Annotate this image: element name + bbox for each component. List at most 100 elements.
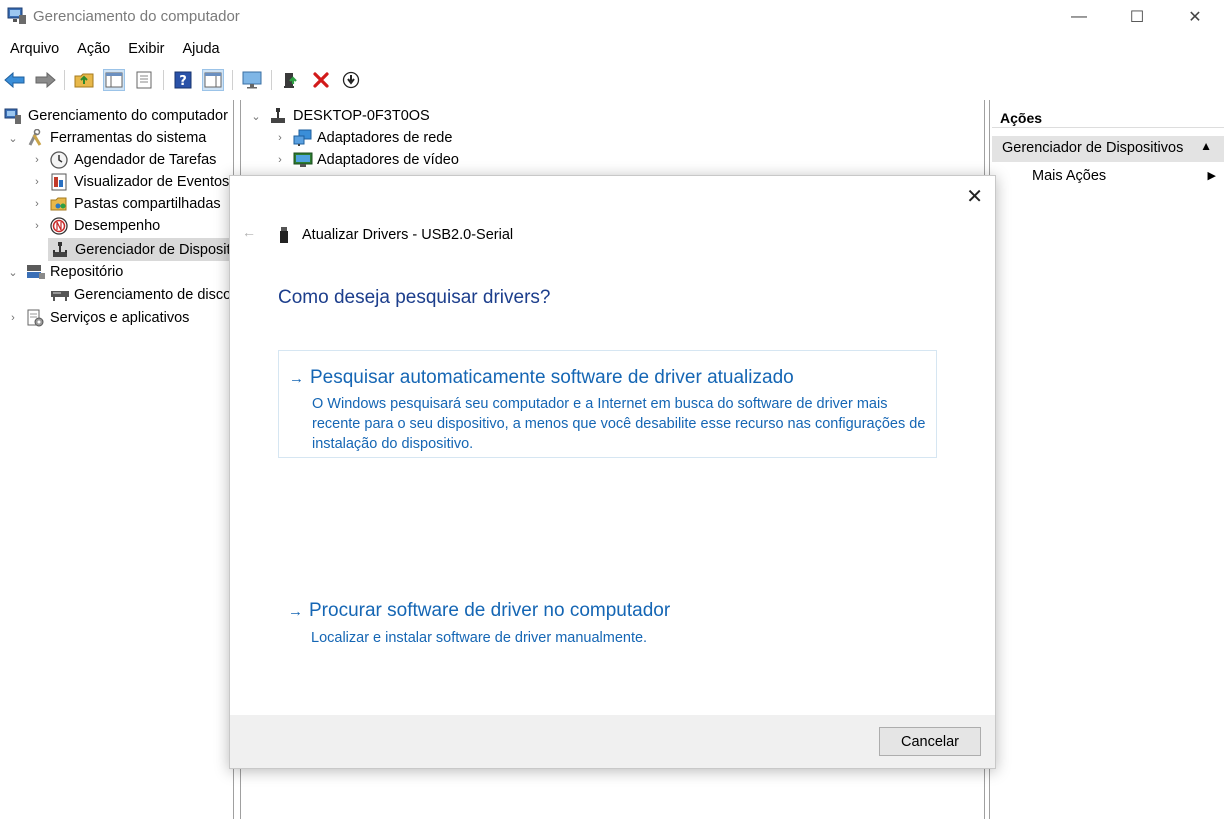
clock-icon <box>50 151 68 169</box>
performance-icon <box>50 217 68 235</box>
chevron-right-icon[interactable]: › <box>273 154 287 166</box>
minimize-button[interactable]: — <box>1056 0 1102 34</box>
toolbar-separator <box>232 70 233 90</box>
arrow-right-icon: → <box>288 603 303 620</box>
computer-icon <box>269 107 287 125</box>
option-description: O Windows pesquisará seu computador e a … <box>312 396 926 452</box>
chevron-right-icon[interactable]: › <box>273 132 287 144</box>
tree-item-label: Gerenciamento de disco <box>74 287 232 303</box>
forward-arrow-icon[interactable] <box>34 69 56 91</box>
storage-icon <box>26 263 45 281</box>
tree-item-label: Repositório <box>50 264 124 280</box>
toolbar: ? <box>0 66 1226 94</box>
menu-bar: Arquivo Ação Exibir Ajuda <box>0 38 229 62</box>
arrow-right-icon: → <box>289 370 304 387</box>
device-category-label: Adaptadores de vídeo <box>317 152 459 168</box>
event-viewer-icon <box>50 173 68 191</box>
title-bar: Gerenciamento do computador — ☐ ✕ <box>0 0 1226 34</box>
back-arrow-button[interactable]: ← <box>242 224 256 240</box>
toolbar-separator <box>163 70 164 90</box>
search-automatically-option[interactable]: → Pesquisar automaticamente software de d… <box>278 350 937 458</box>
cancel-button[interactable]: Cancelar <box>879 727 981 756</box>
collapse-up-icon[interactable]: ▲ <box>1200 139 1212 153</box>
tree-item-ferramentas[interactable]: ⌄ Ferramentas do sistema <box>6 127 206 149</box>
back-arrow-icon[interactable] <box>4 69 26 91</box>
up-folder-icon[interactable] <box>73 69 95 91</box>
disk-management-icon <box>50 286 69 304</box>
option-description: Localizar e instalar software de driver … <box>311 630 648 646</box>
computer-name: DESKTOP-0F3T0OS <box>293 108 430 124</box>
tree-item-label: Visualizador de Eventos <box>74 174 230 190</box>
console-tree: Gerenciamento do computador ⌄ Ferramenta… <box>0 100 234 819</box>
chevron-right-icon[interactable]: › <box>30 220 44 232</box>
computer-management-icon <box>4 107 22 125</box>
device-category-label: Adaptadores de rede <box>317 130 453 146</box>
monitor-icon[interactable] <box>241 69 263 91</box>
update-drivers-dialog: ✕ ← Atualizar Drivers - USB2.0-Serial Co… <box>229 175 996 769</box>
browse-computer-option[interactable]: → Procurar software de driver no computad… <box>278 590 937 650</box>
tree-item-label: Serviços e aplicativos <box>50 310 190 326</box>
window-title: Gerenciamento do computador <box>33 8 240 25</box>
actions-section[interactable]: Gerenciador de Dispositivos ▲ <box>992 136 1224 162</box>
display-adapter-icon <box>293 151 313 169</box>
more-actions-label: Mais Ações <box>1032 168 1107 184</box>
usb-device-icon <box>280 227 288 243</box>
chevron-right-icon[interactable]: › <box>30 176 44 188</box>
chevron-down-icon[interactable]: ⌄ <box>6 132 20 145</box>
tree-item-label: Desempenho <box>74 218 161 234</box>
chevron-down-icon[interactable]: ⌄ <box>249 110 263 123</box>
actions-section-label: Gerenciador de Dispositivos <box>1002 140 1184 156</box>
toolbar-separator <box>64 70 65 90</box>
chevron-right-icon[interactable]: › <box>30 198 44 210</box>
tree-item-visualizador[interactable]: › Visualizador de Eventos <box>30 171 229 193</box>
show-hide-tree-icon[interactable] <box>103 69 125 91</box>
tree-item-pastas[interactable]: › Pastas compartilhadas <box>30 193 221 215</box>
svg-text:?: ? <box>179 74 187 89</box>
more-actions-item[interactable]: Mais Ações <box>1032 168 1106 184</box>
device-category-rede[interactable]: › Adaptadores de rede <box>273 127 452 149</box>
actions-header: Ações <box>992 106 1224 128</box>
tree-item-gerenciador-dispositivos[interactable]: Gerenciador de Dispositivos <box>48 238 233 261</box>
actions-pane: Ações Gerenciador de Dispositivos ▲ Mais… <box>989 100 1226 819</box>
uninstall-icon[interactable] <box>310 69 332 91</box>
chevron-right-icon[interactable]: › <box>30 154 44 166</box>
tree-item-label: Gerenciador de Dispositivos <box>75 241 233 258</box>
tree-item-repositorio[interactable]: ⌄ Repositório <box>6 261 123 283</box>
dialog-footer: Cancelar <box>230 715 995 768</box>
tree-root-label: Gerenciamento do computador <box>28 108 228 124</box>
dialog-title: Atualizar Drivers - USB2.0-Serial <box>302 227 514 243</box>
option-title: → Procurar software de driver no computad… <box>288 600 671 621</box>
tree-item-label: Pastas compartilhadas <box>74 196 221 212</box>
device-tree-root[interactable]: ⌄ DESKTOP-0F3T0OS <box>249 105 430 127</box>
tree-item-servicos[interactable]: › Serviços e aplicativos <box>6 307 189 329</box>
disable-device-icon[interactable] <box>340 69 362 91</box>
chevron-right-icon[interactable]: › <box>6 312 20 324</box>
device-category-video[interactable]: › Adaptadores de vídeo <box>273 149 459 171</box>
menu-exibir[interactable]: Exibir <box>119 38 173 62</box>
dialog-question: Como deseja pesquisar drivers? <box>278 287 551 308</box>
menu-arquivo[interactable]: Arquivo <box>0 38 68 62</box>
option-title: → Pesquisar automaticamente software de d… <box>289 367 794 388</box>
tree-item-desempenho[interactable]: › Desempenho <box>30 215 160 237</box>
device-manager-icon <box>51 241 69 259</box>
tree-item-gerenciamento-disco[interactable]: Gerenciamento de disco <box>50 284 231 306</box>
properties-icon[interactable] <box>133 69 155 91</box>
computer-management-icon <box>7 7 26 24</box>
update-driver-icon[interactable] <box>280 69 302 91</box>
tree-item-agendador[interactable]: › Agendador de Tarefas <box>30 149 216 171</box>
menu-ajuda[interactable]: Ajuda <box>174 38 229 62</box>
tools-icon <box>26 128 44 147</box>
dialog-close-button[interactable]: ✕ <box>966 184 983 209</box>
services-icon <box>26 309 44 327</box>
close-window-button[interactable]: ✕ <box>1172 0 1218 34</box>
tree-root[interactable]: Gerenciamento do computador <box>4 105 228 127</box>
help-icon[interactable]: ? <box>172 69 194 91</box>
tree-item-label: Ferramentas do sistema <box>50 130 207 146</box>
menu-acao[interactable]: Ação <box>68 38 119 62</box>
chevron-down-icon[interactable]: ⌄ <box>6 266 20 279</box>
submenu-arrow-icon: ▶ <box>1207 170 1216 182</box>
network-adapter-icon <box>293 129 312 147</box>
show-action-pane-icon[interactable] <box>202 69 224 91</box>
toolbar-separator <box>271 70 272 90</box>
maximize-button[interactable]: ☐ <box>1114 0 1160 34</box>
